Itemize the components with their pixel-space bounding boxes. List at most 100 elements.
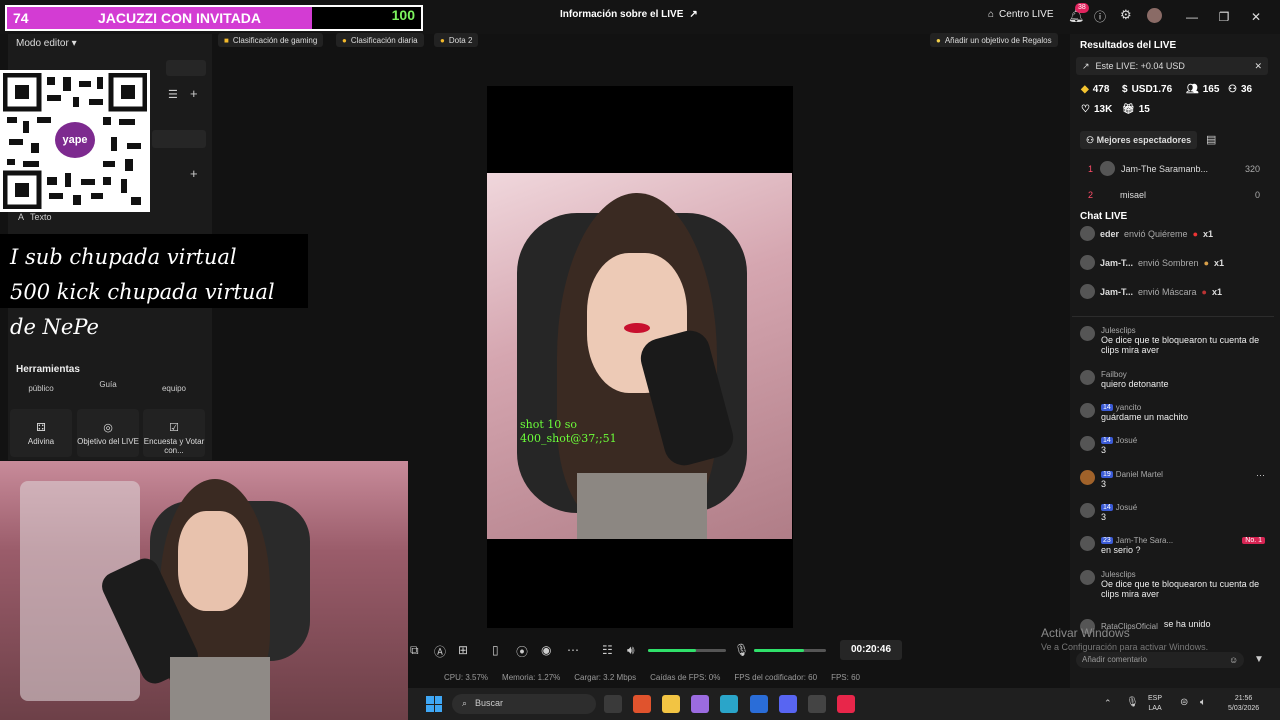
add-scene-icon[interactable]: + bbox=[190, 166, 198, 181]
more-options-icon[interactable]: ⋯ bbox=[1256, 470, 1265, 489]
stat-new: ⚇ 36 bbox=[1228, 84, 1253, 95]
poll-icon: ☑ bbox=[169, 422, 179, 434]
avatar[interactable] bbox=[1147, 8, 1162, 23]
edge-icon[interactable] bbox=[720, 695, 738, 713]
gift-row: Jam-T... envió Máscara ● x1 bbox=[1080, 284, 1265, 299]
language-indicator[interactable]: ESP LAA bbox=[1148, 694, 1162, 714]
windows-start-icon[interactable] bbox=[426, 696, 442, 712]
gift-icon: ● bbox=[1192, 228, 1198, 239]
stream-video bbox=[487, 173, 792, 539]
discord-icon[interactable] bbox=[779, 695, 797, 713]
chat-message[interactable]: 14 Josué 3 bbox=[1080, 436, 1265, 455]
chat-message[interactable]: 19 Daniel Martel 3 ⋯ bbox=[1080, 470, 1265, 489]
auto-icon[interactable]: Ⓐ bbox=[434, 643, 446, 660]
sequin-top bbox=[170, 657, 270, 720]
add-gift-goal[interactable]: ● Añadir un objetivo de Regalos bbox=[930, 33, 1058, 47]
tool-equipo[interactable]: equipo bbox=[143, 384, 205, 393]
sliders-icon[interactable]: ☷ bbox=[602, 643, 613, 657]
avatar bbox=[1080, 503, 1095, 518]
avatar bbox=[1080, 284, 1095, 299]
capture-icon[interactable]: ◉ bbox=[541, 643, 551, 657]
gift-row: eder envió Quiéreme ● x1 bbox=[1080, 226, 1265, 241]
volume-icon[interactable]: 🔊︎ bbox=[627, 643, 635, 658]
store-icon[interactable] bbox=[750, 695, 768, 713]
chat-message[interactable]: 14 Josué 3 bbox=[1080, 503, 1265, 522]
modo-editor-dropdown[interactable]: Modo editor ▾ bbox=[16, 38, 77, 49]
speaker-icon[interactable]: 🔈︎ bbox=[1200, 697, 1206, 708]
tool-guia[interactable]: Guía bbox=[77, 380, 139, 389]
window-title[interactable]: Información sobre el LIVE ↗ bbox=[560, 9, 698, 20]
activate-watermark: Activar Windows bbox=[1041, 626, 1130, 640]
list-icon[interactable]: ☰ bbox=[168, 88, 178, 101]
text-source[interactable]: A Texto bbox=[18, 212, 52, 222]
people-icon: 👥︎ bbox=[1186, 84, 1199, 95]
mic-fill bbox=[754, 649, 805, 652]
dice-icon: ⚃ bbox=[36, 422, 46, 434]
taskbar-search[interactable]: ⌕ Buscar bbox=[452, 694, 596, 714]
gift-icon: ● bbox=[1203, 257, 1209, 268]
chat-message[interactable]: Julesclips Oe dice que te bloquearon tu c… bbox=[1080, 570, 1265, 599]
gear-icon[interactable]: ⚙ bbox=[1120, 7, 1132, 23]
tool-publico[interactable]: público bbox=[10, 384, 72, 393]
emoji-icon[interactable]: ☺ bbox=[1229, 655, 1238, 665]
tool-objetivo[interactable]: ◎ Objetivo del LIVE bbox=[77, 409, 139, 457]
avatar bbox=[1080, 570, 1095, 585]
filter-icon[interactable]: ▼ bbox=[1254, 654, 1264, 665]
chat-message[interactable]: Failboy quiero detonante bbox=[1080, 370, 1265, 389]
source-row[interactable] bbox=[152, 130, 206, 148]
add-source-icon[interactable]: ⊞ bbox=[458, 643, 468, 657]
tray-up-icon[interactable]: ⌃ bbox=[1104, 698, 1112, 709]
avatar bbox=[1080, 403, 1095, 418]
mic-tray-icon[interactable]: 🎙︎ bbox=[1126, 697, 1139, 708]
explorer-icon[interactable] bbox=[662, 695, 680, 713]
mejores-espectadores-tab[interactable]: ⚇ Mejores espectadores bbox=[1080, 131, 1198, 149]
chat-message[interactable]: Julesclips Oe dice que te bloquearon tu c… bbox=[1080, 326, 1265, 355]
avatar bbox=[1080, 470, 1095, 485]
wifi-icon[interactable]: ⊜ bbox=[1180, 697, 1188, 708]
volume-slider[interactable] bbox=[648, 649, 726, 652]
comment-input[interactable]: Añadir comentario bbox=[1076, 652, 1244, 668]
stat-gifts: 🎁︎ 15 bbox=[1122, 104, 1150, 115]
diamond-icon: ◆ bbox=[1081, 84, 1089, 95]
search-icon: ⌕ bbox=[462, 698, 468, 708]
more-icon[interactable]: ⋯ bbox=[567, 643, 579, 657]
brave-icon[interactable] bbox=[633, 695, 651, 713]
yape-logo: yape bbox=[55, 122, 95, 158]
tiktok-live-icon[interactable] bbox=[837, 695, 855, 713]
share-icon: ↗ bbox=[689, 9, 698, 20]
maximize-icon[interactable]: ❐ bbox=[1212, 6, 1236, 28]
live-timer: 00:20:46 bbox=[840, 640, 902, 660]
divider bbox=[1072, 316, 1274, 317]
mic-slider[interactable] bbox=[754, 649, 826, 652]
tools-heading: Herramientas bbox=[16, 364, 80, 375]
taskview-icon[interactable] bbox=[604, 695, 622, 713]
layout-icon[interactable]: ⧉ bbox=[410, 643, 419, 658]
list-icon[interactable]: ▤ bbox=[1206, 133, 1216, 146]
record-icon[interactable]: ⦿ bbox=[516, 643, 528, 660]
clock[interactable]: 21:56 5/03/2026 bbox=[1228, 694, 1259, 714]
user-plus-icon: ⚇ bbox=[1228, 84, 1237, 95]
add-icon[interactable]: + bbox=[190, 86, 198, 101]
help-icon[interactable]: ⓘ bbox=[1094, 8, 1106, 25]
stat-viewers: 👥︎ 165 bbox=[1186, 84, 1220, 95]
tool-adivina[interactable]: ⚃ Adivina bbox=[10, 409, 72, 457]
text-icon: A bbox=[18, 212, 25, 222]
chat-message[interactable]: 23 Jam-The Sara... No. 1 en serio ? bbox=[1080, 536, 1265, 555]
copilot-icon[interactable] bbox=[691, 695, 709, 713]
minimize-icon[interactable]: — bbox=[1180, 6, 1204, 28]
mic-icon[interactable]: 🎙︎ bbox=[734, 643, 749, 657]
close-banner-icon[interactable]: ✕ bbox=[1254, 61, 1262, 72]
chip-diaria[interactable]: ● Clasificación diaria bbox=[336, 33, 424, 47]
phone-icon[interactable]: ▯ bbox=[492, 643, 499, 657]
centro-live-button[interactable]: ⌂ Centro LIVE bbox=[988, 9, 1054, 20]
chip-dota[interactable]: ● Dota 2 bbox=[434, 33, 479, 47]
layout-tab[interactable] bbox=[166, 60, 206, 76]
lips bbox=[624, 323, 650, 333]
obs-icon[interactable] bbox=[808, 695, 826, 713]
chip-gaming[interactable]: ■ Clasificación de gaming bbox=[218, 33, 324, 47]
stat-likes: ♡ 13K bbox=[1081, 104, 1113, 115]
chat-message[interactable]: 14 yancito guárdame un machito bbox=[1080, 403, 1265, 422]
close-icon[interactable]: ✕ bbox=[1244, 6, 1268, 28]
tool-encuesta[interactable]: ☑ Encuesta y Votar con... bbox=[143, 409, 205, 457]
este-live-banner: ↗ Este LIVE: +0.04 USD ✕ bbox=[1076, 57, 1268, 75]
